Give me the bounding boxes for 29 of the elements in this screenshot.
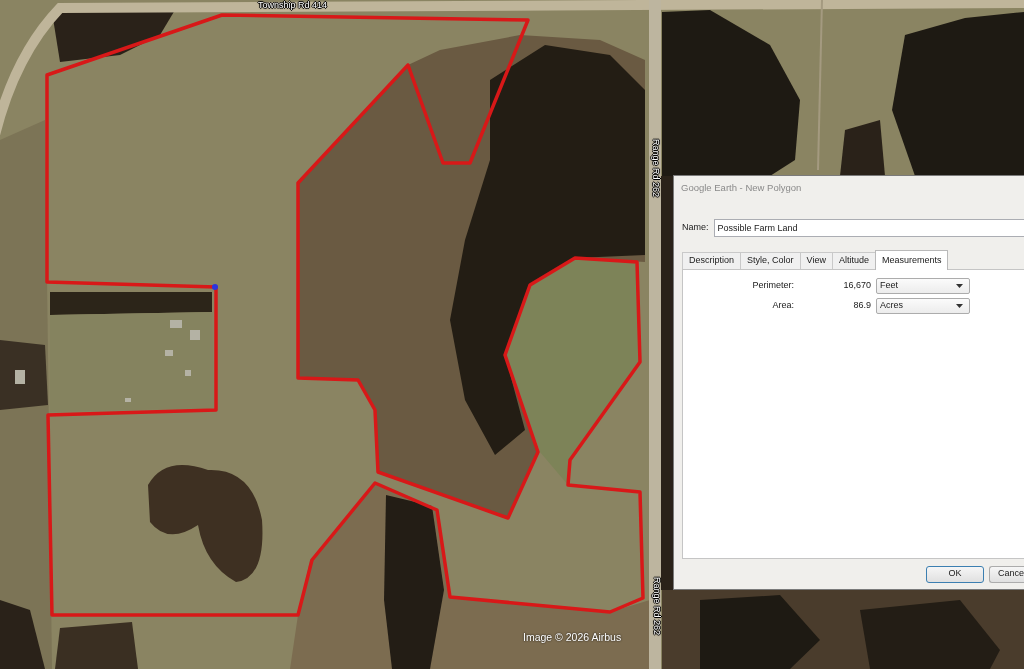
image-attribution: Image © 2026 Airbus [523, 630, 622, 645]
tab[interactable]: Description [682, 252, 742, 269]
measurement-label: Perimeter: [751, 279, 794, 293]
farm-building [125, 398, 131, 402]
farm-building [15, 370, 25, 384]
tab[interactable]: Altitude [831, 252, 876, 269]
tab[interactable]: View [799, 252, 833, 269]
measurement-label: Area: [771, 299, 794, 313]
name-label: Name: [682, 221, 709, 235]
unit-dropdown[interactable]: Feet [876, 278, 970, 294]
measurement-value: 16,670 [842, 279, 871, 293]
tab[interactable]: Measurements [874, 250, 949, 270]
caret-icon [956, 304, 963, 308]
vertex-marker-icon [212, 284, 218, 290]
unit-dropdown[interactable]: Acres [876, 298, 970, 314]
dialog-button[interactable]: Cance [989, 565, 1024, 583]
caret-icon [956, 284, 963, 288]
dialog-button[interactable]: OK [926, 565, 984, 583]
measurement-value: 86.9 [852, 299, 871, 313]
window-title: Google Earth - New Polygon [681, 180, 802, 195]
tab[interactable]: Style, Color [740, 252, 801, 269]
farm-building [170, 320, 182, 328]
farm-building [190, 330, 200, 340]
farm-building [185, 370, 191, 376]
road-label: Township Rd 414 [258, 0, 328, 10]
farm-building [165, 350, 173, 356]
road-label: Range Rd 262 [651, 139, 661, 198]
name-field[interactable]: Possible Farm Land [713, 219, 1024, 237]
road-label: Range Rd 262 [652, 577, 662, 636]
